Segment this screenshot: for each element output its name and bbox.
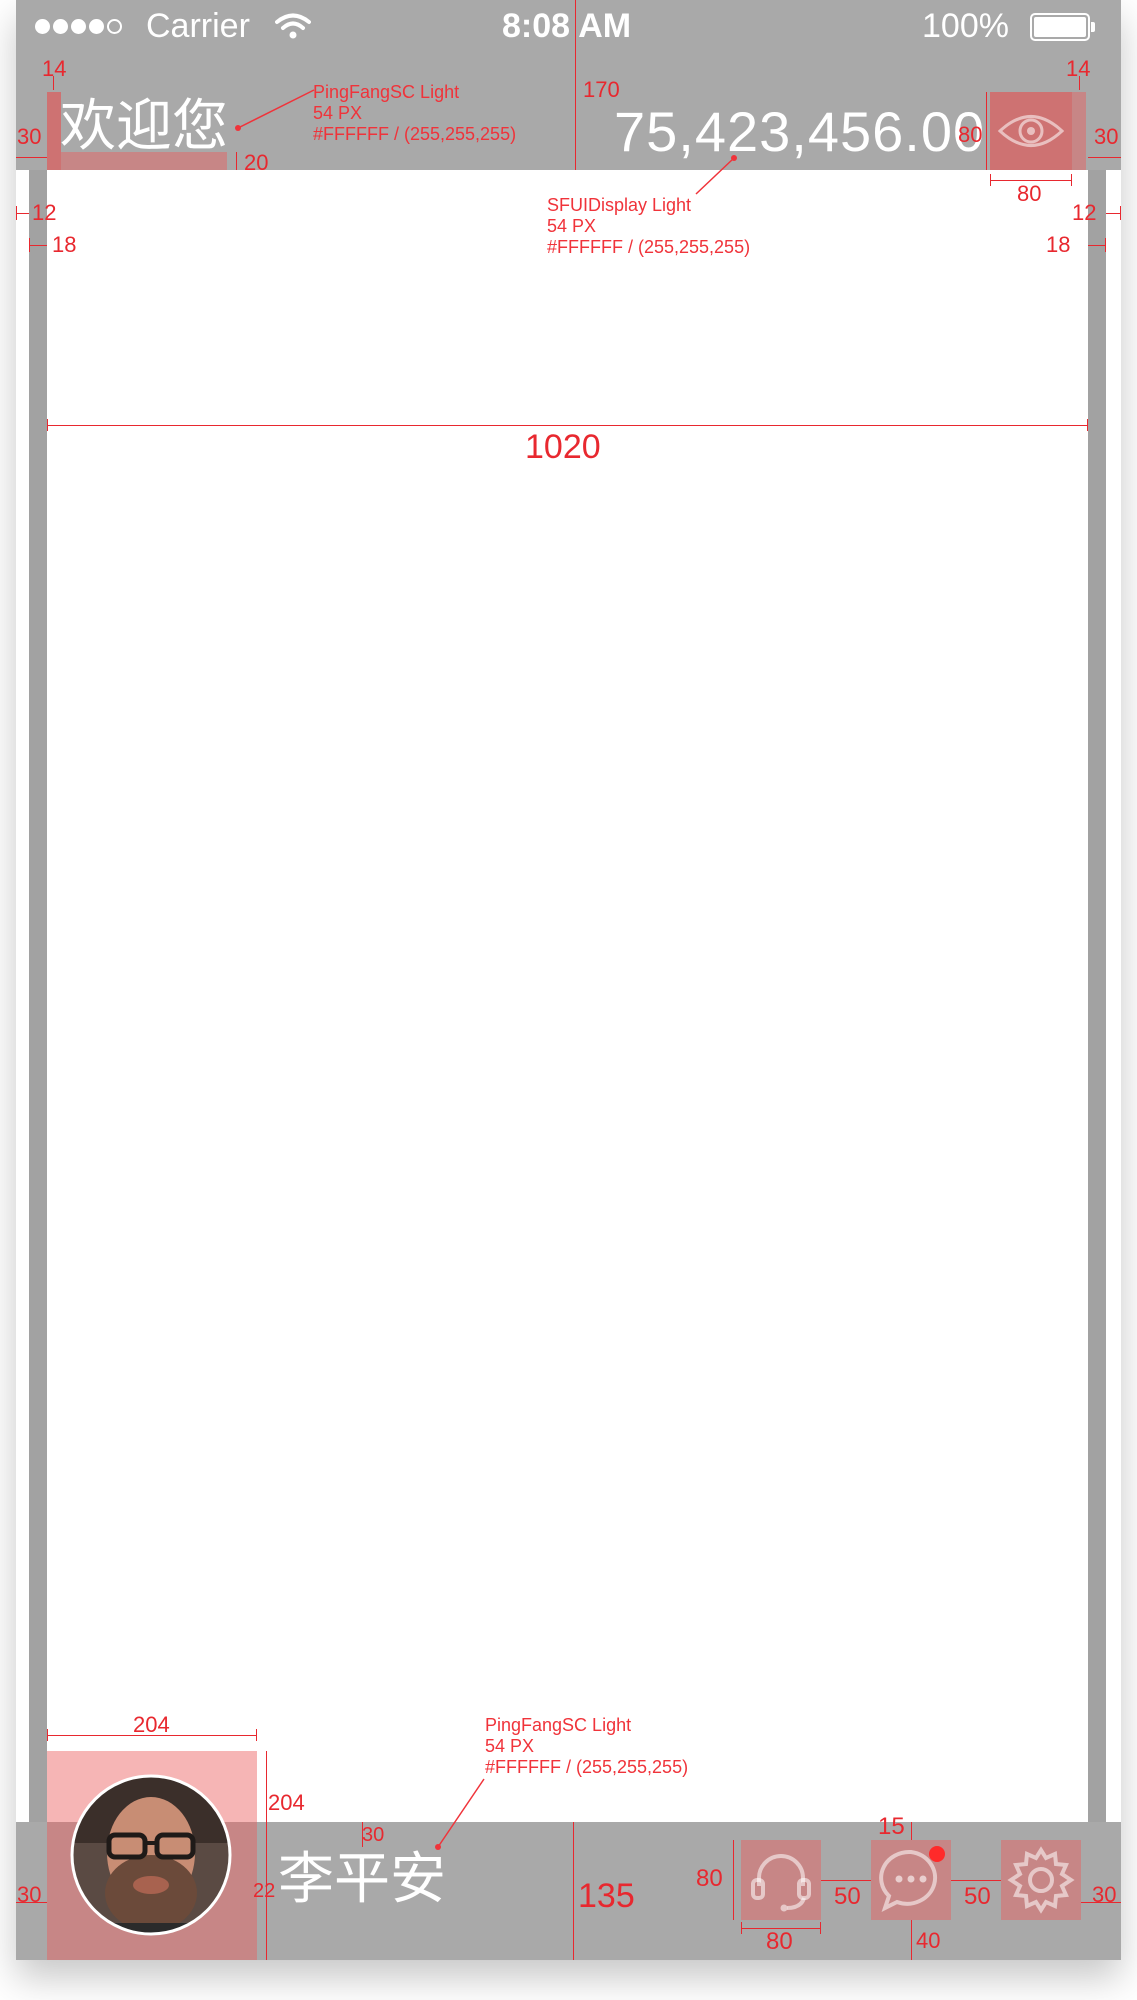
dim-20: 20 — [244, 150, 269, 175]
chat-button[interactable] — [871, 1840, 951, 1920]
dim-icon-width: 80 — [766, 1928, 793, 1955]
content-area — [47, 170, 1088, 1822]
dim-gap-2: 50 — [964, 1883, 991, 1910]
dim-80-eye-width: 80 — [1017, 181, 1042, 206]
dim-80-eye-height: 80 — [958, 122, 983, 147]
settings-button[interactable] — [1001, 1840, 1081, 1920]
balance-spec-leader — [695, 155, 737, 195]
dim-15: 15 — [878, 1813, 905, 1840]
left-side-border — [29, 170, 47, 1822]
dim-avatar-width: 204 — [133, 1712, 170, 1737]
dim-14-right: 14 — [1066, 56, 1091, 81]
greeting-title: 欢迎您 — [60, 94, 228, 157]
balance-font-spec: SFUIDisplay Light 54 PX #FFFFFF / (255,2… — [547, 195, 751, 257]
dim-18-left: 18 — [52, 232, 77, 257]
headset-button[interactable] — [741, 1840, 821, 1920]
dim-30-left: 30 — [17, 124, 42, 149]
eye-button[interactable] — [990, 92, 1072, 170]
dim-30-name: 30 — [362, 1824, 385, 1846]
headset-icon — [751, 1854, 811, 1912]
greeting-font-spec: PingFangSC Light 54 PX #FFFFFF / (255,25… — [313, 82, 517, 144]
status-time: 8:08 AM — [502, 7, 632, 45]
wifi-icon — [275, 13, 311, 39]
dim-14-left: 14 — [42, 56, 67, 81]
dim-1020: 1020 — [525, 428, 601, 466]
battery-icon — [1030, 13, 1095, 41]
avatar[interactable] — [69, 1773, 233, 1937]
dim-12-left: 12 — [32, 200, 57, 225]
battery-percent: 100% — [922, 7, 1009, 45]
dim-30-bottom-left: 30 — [17, 1882, 42, 1907]
carrier-label: Carrier — [146, 7, 250, 45]
dim-avatar-height: 204 — [268, 1790, 305, 1815]
spacing-marker-right — [1072, 92, 1086, 170]
dim-12-right: 12 — [1072, 200, 1097, 225]
dim-30-bottom-right: 30 — [1092, 1882, 1117, 1907]
dim-170: 170 — [583, 77, 620, 102]
name-font-spec: PingFangSC Light 54 PX #FFFFFF / (255,25… — [485, 1715, 689, 1777]
user-name: 李平安 — [278, 1847, 446, 1910]
right-side-border — [1088, 170, 1106, 1822]
dim-135: 135 — [578, 1877, 635, 1915]
greeting-spec-leader — [235, 89, 315, 131]
avatar-area[interactable] — [47, 1751, 257, 1960]
dim-30-right: 30 — [1094, 124, 1119, 149]
eye-icon — [997, 115, 1065, 147]
dim-gap-1: 50 — [834, 1883, 861, 1910]
notification-dot — [929, 1846, 945, 1862]
gear-icon — [1007, 1846, 1075, 1914]
dim-22: 22 — [253, 1880, 276, 1902]
dim-40: 40 — [916, 1928, 941, 1953]
name-spec-leader — [435, 1778, 485, 1850]
dim-icon-height: 80 — [696, 1865, 723, 1892]
dim-18-right: 18 — [1046, 232, 1071, 257]
balance-amount: 75,423,456.00 — [614, 100, 986, 163]
spacing-marker-left — [47, 92, 61, 170]
